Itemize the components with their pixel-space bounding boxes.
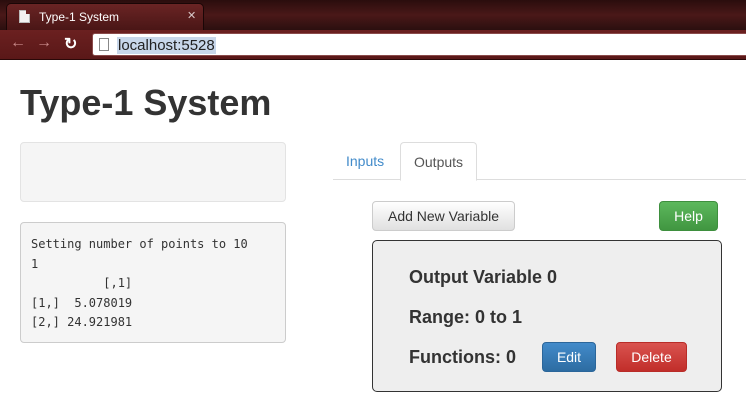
tab-inputs[interactable]: Inputs — [333, 142, 397, 180]
add-new-variable-button[interactable]: Add New Variable — [372, 201, 515, 231]
console-line: [,1] — [31, 276, 133, 290]
back-arrow-icon[interactable]: ← — [10, 34, 26, 52]
page-title: Type-1 System — [20, 82, 272, 123]
tab-bar: Inputs Outputs — [333, 142, 746, 181]
variable-functions: Functions: 0 — [409, 347, 516, 367]
console-line: [1,] 5.078019 — [31, 295, 133, 310]
variable-name: Output Variable 0 — [409, 267, 558, 287]
reload-icon[interactable]: ↻ — [64, 34, 77, 54]
tab-outputs[interactable]: Outputs — [400, 142, 478, 181]
browser-tab-title: Type-1 System — [39, 10, 120, 24]
address-bar[interactable]: localhost:5528 — [92, 33, 746, 56]
page-icon — [99, 38, 109, 51]
close-icon[interactable]: ✕ — [187, 9, 196, 22]
console-line: Setting number of points to 10 — [31, 237, 248, 251]
output-variable-panel: Output Variable 0 Range: 0 to 1 Function… — [372, 240, 722, 392]
address-bar-url[interactable]: localhost:5528 — [117, 37, 216, 54]
console-line: 1 — [31, 256, 39, 271]
variable-range: Range: 0 to 1 — [409, 307, 523, 327]
browser-tab[interactable]: Type-1 System ✕ — [6, 3, 204, 30]
delete-button[interactable]: Delete — [616, 342, 687, 372]
browser-toolbar: ← → ↻ localhost:5528 — [0, 30, 746, 60]
page-icon — [19, 10, 30, 23]
help-button[interactable]: Help — [659, 201, 718, 231]
forward-arrow-icon[interactable]: → — [36, 34, 52, 52]
console-line: [2,] 24.921981 — [31, 315, 133, 329]
console-output: Setting number of points to 10 1 [,1] [1… — [20, 222, 286, 343]
empty-well — [20, 142, 286, 202]
edit-button[interactable]: Edit — [542, 342, 596, 372]
browser-tabstrip: Type-1 System ✕ — [0, 0, 746, 30]
